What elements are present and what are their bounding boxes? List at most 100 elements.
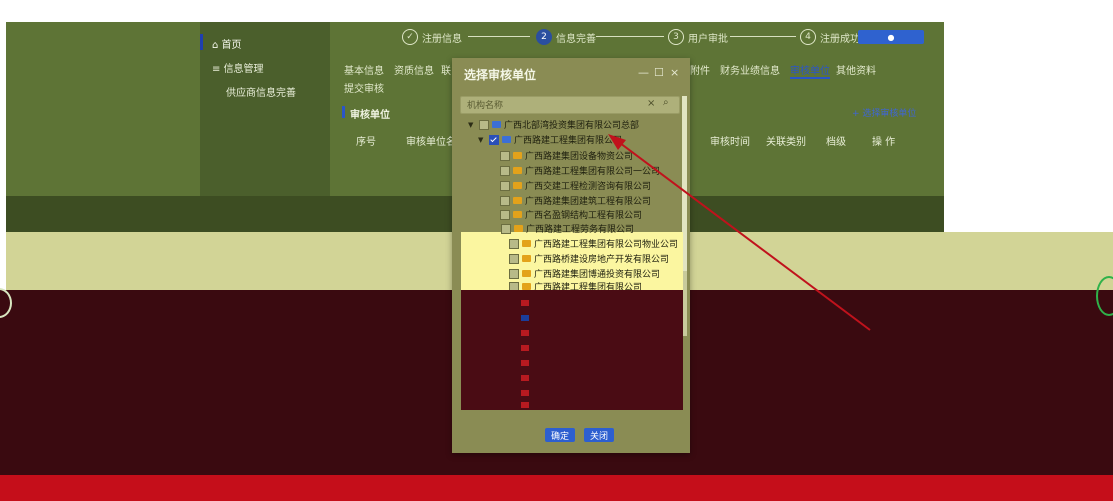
tree-checkbox[interactable] [509, 268, 519, 279]
tree-checkbox[interactable] [501, 223, 511, 234]
sidebar-item-info-management[interactable]: ≡ 信息管理 [212, 60, 264, 75]
tree-checkbox[interactable] [500, 165, 510, 176]
folder-icon [513, 197, 522, 204]
step-number: 2 [536, 29, 552, 45]
caret-down-icon[interactable]: ▼ [468, 121, 476, 129]
folder-icon [522, 270, 531, 277]
tree-node-child[interactable]: 广西路桥建设房地产开发有限公司 [509, 252, 669, 265]
obscured-row-marker [521, 390, 529, 396]
sidebar-active-marker [200, 34, 203, 50]
folder-icon [513, 211, 522, 218]
column-header: 序号 [356, 137, 376, 148]
tab-other[interactable]: 其他资料 [836, 62, 876, 77]
sidebar-item-home[interactable]: ⌂ 首页 [212, 36, 242, 51]
tree-node-label: 广西名盈钢结构工程有限公司 [525, 211, 643, 221]
step-label: 注册信息 [422, 33, 462, 45]
tree-node-label: 广西路建工程集团有限公司 [514, 136, 623, 146]
tree-checkbox[interactable] [479, 119, 489, 130]
tree-node-label: 广西路建集团设备物资公司 [525, 152, 634, 162]
tree-checkbox[interactable] [500, 150, 510, 161]
tree-node-parent[interactable]: ▼ 广西路建工程集团有限公司 [478, 133, 622, 146]
org-search-field[interactable]: × ⌕ [460, 96, 680, 114]
step-user-approval: 3 用户审批 [668, 28, 728, 46]
tree-node-label: 广西路桥建设房地产开发有限公司 [534, 255, 670, 265]
tree-checkbox-checked[interactable] [489, 134, 499, 145]
tree-node-label: 广西交建工程检测咨询有限公司 [525, 182, 652, 192]
folder-icon [513, 152, 522, 159]
folder-icon [502, 136, 511, 143]
obscured-row-marker [521, 315, 529, 321]
tree-node-child[interactable]: 广西交建工程检测咨询有限公司 [500, 179, 651, 192]
tree-node-child[interactable]: 广西路建工程集团有限公司物业公司 [509, 237, 678, 250]
tab-financial[interactable]: 财务业绩信息 [720, 62, 780, 77]
obscured-row-marker [521, 360, 529, 366]
column-header: 审核单位名 [406, 137, 456, 148]
tree-node-child[interactable]: 广西路建工程劳务有限公司 [501, 222, 634, 235]
list-icon: ≡ [212, 64, 224, 75]
maximize-icon[interactable]: ☐ [654, 66, 664, 79]
tree-node-child[interactable]: 广西路建集团博通投资有限公司 [509, 267, 660, 280]
folder-icon [514, 225, 523, 232]
column-header: 档级 [826, 137, 846, 148]
tree-node-child[interactable]: 广西路建集团设备物资公司 [500, 149, 633, 162]
column-header: 审核时间 [710, 137, 750, 148]
step-label: 用户审批 [688, 33, 728, 45]
step-info-complete: 2 信息完善 [536, 28, 596, 46]
step-label: 信息完善 [556, 33, 596, 45]
tab-partial[interactable]: 联 [441, 62, 451, 77]
column-header: 关联类别 [766, 137, 806, 148]
caret-down-icon[interactable]: ▼ [478, 136, 486, 144]
add-audit-unit-button[interactable]: + 选择审核单位 [852, 106, 916, 119]
search-icon[interactable]: ⌕ [663, 97, 669, 108]
obscured-row-marker [521, 330, 529, 336]
tab-basic-info[interactable]: 基本信息 [344, 62, 384, 77]
confirm-button[interactable]: 确定 [545, 428, 576, 442]
folder-icon [522, 283, 531, 290]
close-icon[interactable]: × [670, 66, 679, 79]
sidebar-item-supplier-info[interactable]: 供应商信息完善 [226, 84, 296, 99]
step-label: 注册成功 [820, 33, 860, 45]
user-badge[interactable]: ● [858, 30, 924, 44]
obscured-row-marker [521, 345, 529, 351]
step-connector [730, 36, 796, 37]
tree-checkbox[interactable] [500, 209, 510, 220]
step-number: 3 [668, 29, 684, 45]
obscured-row-marker [521, 300, 529, 306]
tree-node-root[interactable]: ▼ 广西北部湾投资集团有限公司总部 [468, 118, 639, 131]
tree-node-child[interactable]: 广西路建集团建筑工程有限公司 [500, 194, 651, 207]
step-connector [596, 36, 664, 37]
tree-node-child[interactable]: 广西路建工程集团有限公司一公司 [500, 164, 660, 177]
folder-icon [513, 167, 522, 174]
section-title: 审核单位 [350, 110, 390, 121]
tree-node-child[interactable]: 广西名盈钢结构工程有限公司 [500, 208, 642, 221]
step-number: 4 [800, 29, 816, 45]
step-register-success: 4 注册成功 [800, 28, 860, 46]
search-input[interactable] [465, 98, 639, 114]
home-icon: ⌂ [212, 40, 222, 51]
tree-node-label: 广西路建集团博通投资有限公司 [534, 270, 661, 280]
step-connector [468, 36, 530, 37]
tab-audit-unit[interactable]: 审核单位 [790, 62, 830, 79]
submit-audit-link[interactable]: 提交审核 [344, 80, 384, 95]
tab-attachments[interactable]: 附件 [690, 62, 710, 77]
tree-node-label: 广西路建集团建筑工程有限公司 [525, 197, 652, 207]
bottom-red-bar [0, 475, 1113, 501]
clear-icon[interactable]: × [647, 98, 655, 109]
tab-qualification[interactable]: 资质信息 [394, 62, 434, 77]
folder-icon [513, 182, 522, 189]
user-icon: ● [887, 32, 895, 42]
folder-icon [522, 240, 531, 247]
tree-checkbox[interactable] [500, 180, 510, 191]
sidebar-item-label: 首页 [221, 40, 242, 51]
tree-checkbox[interactable] [500, 195, 510, 206]
close-button[interactable]: 关闭 [584, 428, 615, 442]
folder-icon [492, 121, 501, 128]
dialog-title: 选择审核单位 [464, 68, 537, 82]
tree-node-label: 广西北部湾投资集团有限公司总部 [504, 121, 640, 131]
obscured-row-marker [521, 375, 529, 381]
column-header: 操 作 [872, 137, 896, 148]
tree-checkbox[interactable] [509, 238, 519, 249]
minimize-icon[interactable]: — [638, 66, 649, 79]
tree-checkbox[interactable] [509, 253, 519, 264]
sidebar-item-label: 信息管理 [223, 64, 264, 75]
